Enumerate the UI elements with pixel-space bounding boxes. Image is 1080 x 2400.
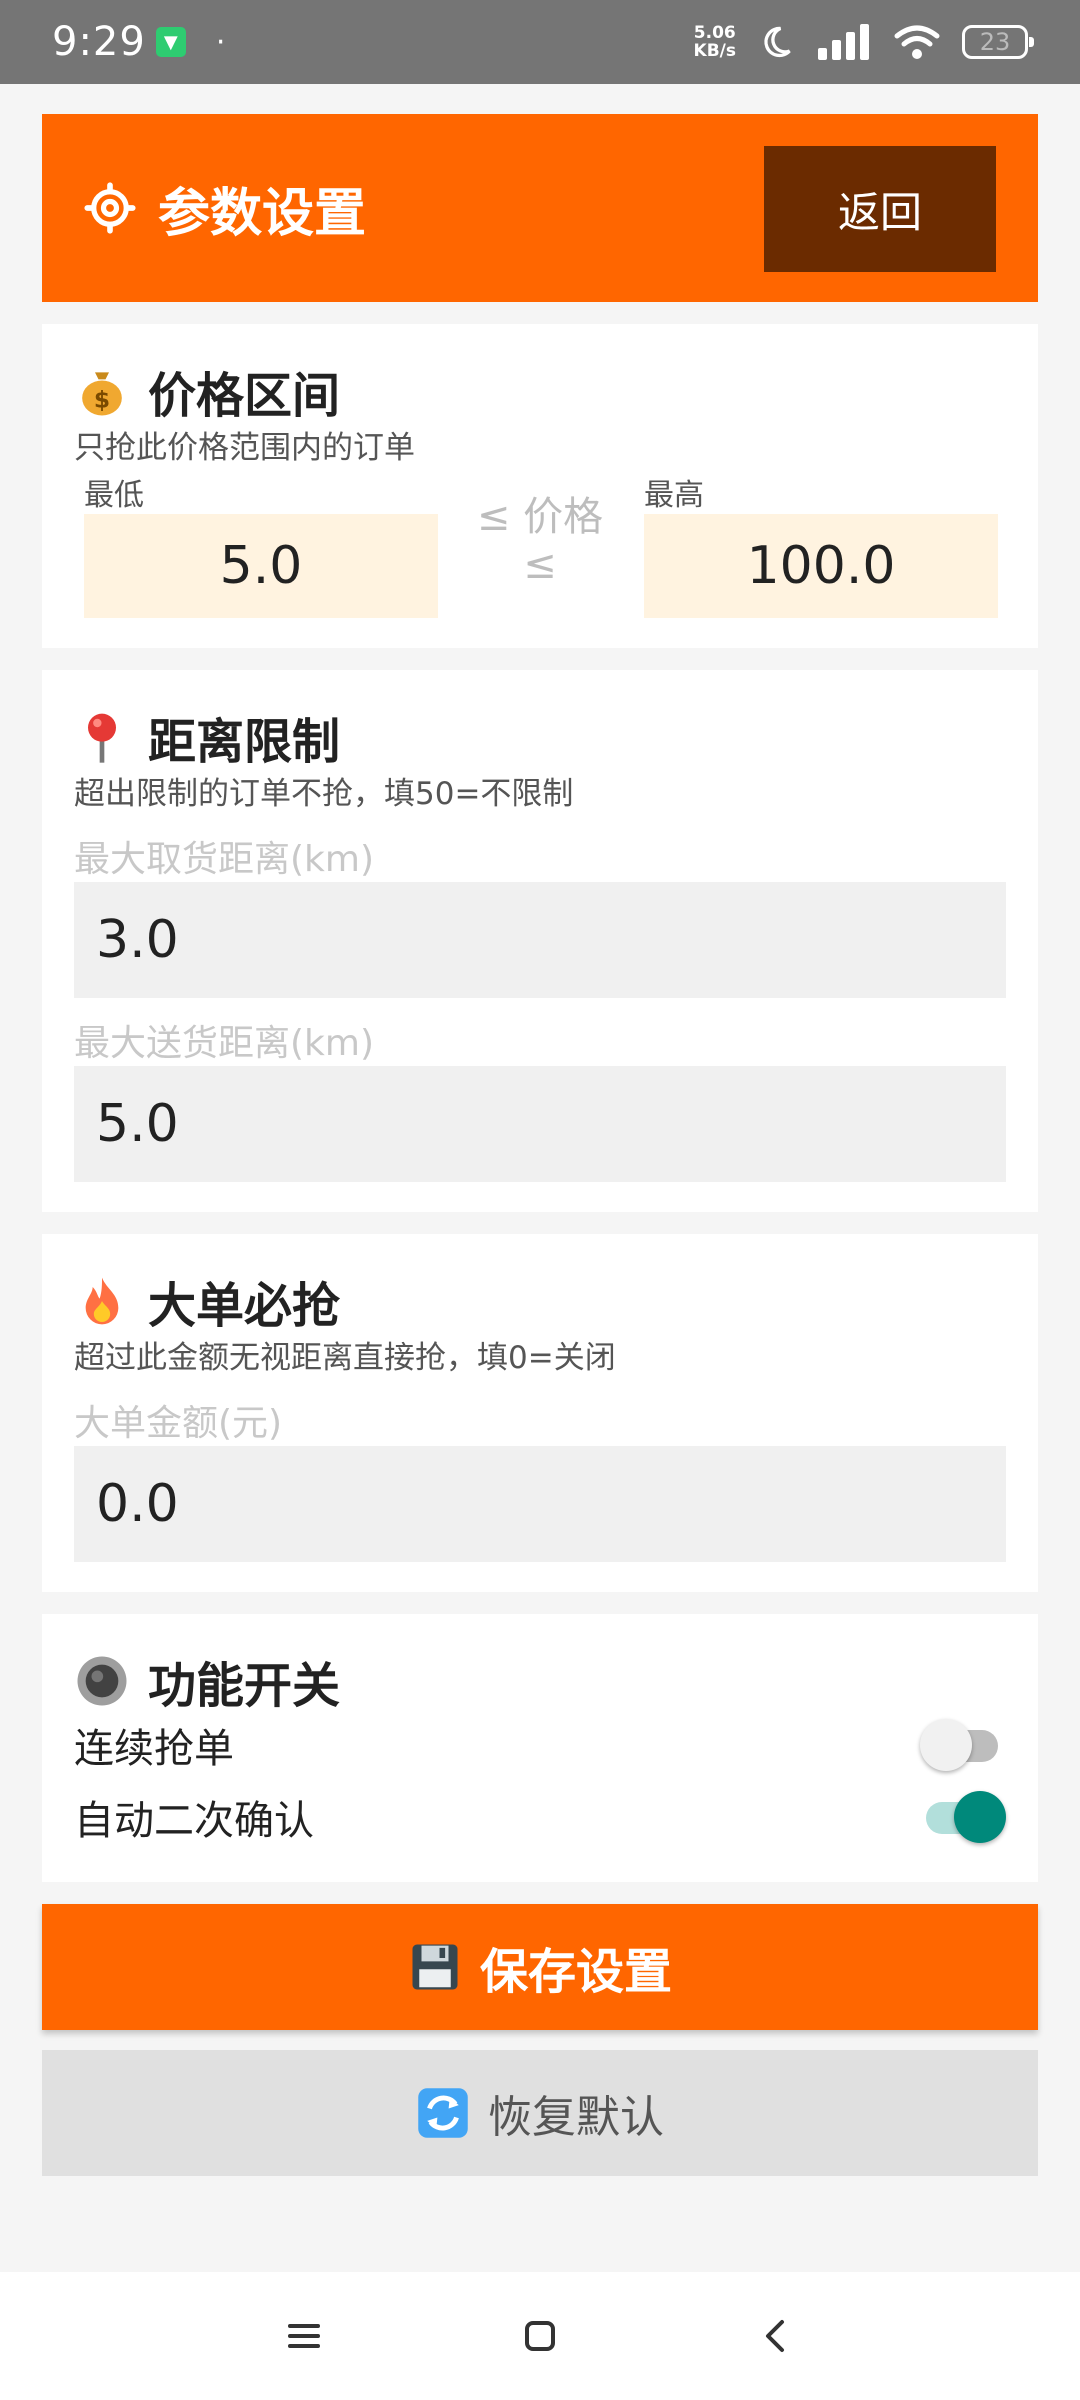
home-icon[interactable]: [516, 2312, 564, 2360]
price-section-title-text: 价格区间: [148, 368, 341, 424]
app-notification-icon: ▼: [155, 27, 186, 57]
price-section-title: $ 价格区间: [74, 356, 340, 426]
big-order-amount-input[interactable]: 0.0: [74, 1446, 1006, 1562]
continuous-grab-switch[interactable]: [920, 1715, 1006, 1775]
fire-icon: [85, 1277, 119, 1325]
switch-thumb: [920, 1719, 972, 1771]
network-speed-unit: KB/s: [693, 41, 736, 61]
moon-icon: [764, 26, 791, 58]
distance-section: 距离限制 超出限制的订单不抢，填50=不限制 最大取货距离(km) 3.0 最大…: [42, 670, 1038, 1212]
price-section-subtitle: 只抢此价格范围内的订单: [74, 430, 415, 466]
continuous-grab-label: 连续抢单: [74, 1726, 234, 1772]
big-order-section: 大单必抢 超过此金额无视距离直接抢，填0=关闭 大单金额(元) 0.0: [42, 1234, 1038, 1592]
save-settings-button[interactable]: 保存设置: [42, 1904, 1038, 2030]
auto-confirm-row: 自动二次确认: [74, 1782, 1006, 1852]
price-range-separator: ≤ 价格 ≤: [476, 494, 604, 588]
floppy-disk-icon: [412, 1944, 458, 1990]
min-price-label: 最低: [84, 478, 144, 513]
min-price-input[interactable]: 5.0: [84, 514, 438, 618]
delivery-distance-input[interactable]: 5.0: [74, 1066, 1006, 1182]
app-header: 参数设置 返回: [42, 114, 1038, 302]
save-settings-label: 保存设置: [479, 1944, 672, 2000]
system-navigation-bar: [0, 2272, 1080, 2400]
max-price-label: 最高: [644, 478, 704, 513]
distance-section-title-text: 距离限制: [148, 714, 341, 770]
pickup-distance-label: 最大取货距离(km): [74, 839, 375, 880]
distance-section-title: 距离限制: [74, 702, 340, 772]
restore-default-label: 恢复默认: [488, 2092, 664, 2143]
feature-switch-section: 功能开关 连续抢单 自动二次确认: [42, 1614, 1038, 1882]
switch-thumb: [954, 1791, 1006, 1843]
feature-switch-section-title-text: 功能开关: [148, 1658, 341, 1714]
delivery-distance-label: 最大送货距离(km): [74, 1023, 375, 1064]
svg-text:$: $: [94, 385, 110, 413]
restore-default-button[interactable]: 恢复默认: [42, 2050, 1038, 2176]
battery-icon: 23: [962, 25, 1034, 59]
signal-icon: [818, 24, 869, 60]
back-nav-icon[interactable]: [752, 2312, 800, 2360]
gear-icon: [84, 182, 136, 234]
status-dot: ·: [215, 24, 226, 60]
status-time: 9:29: [52, 19, 146, 65]
money-bag-icon: $: [82, 372, 122, 416]
feature-switch-section-title: 功能开关: [74, 1646, 340, 1716]
refresh-icon: [418, 2088, 468, 2138]
big-order-section-title-text: 大单必抢: [148, 1278, 341, 1334]
back-button[interactable]: 返回: [764, 146, 996, 272]
battery-level: 23: [979, 28, 1011, 56]
price-section: $ 价格区间 只抢此价格范围内的订单 最低 最高 ≤ 价格 ≤ 5.0 100.…: [42, 324, 1038, 648]
radio-button-icon: [77, 1656, 127, 1706]
location-pin-icon: [88, 713, 116, 763]
menu-icon[interactable]: [280, 2312, 328, 2360]
auto-confirm-label: 自动二次确认: [74, 1798, 314, 1844]
big-order-section-title: 大单必抢: [74, 1266, 340, 1336]
network-speed-value: 5.06: [693, 23, 736, 43]
distance-section-subtitle: 超出限制的订单不抢，填50=不限制: [74, 776, 574, 812]
pickup-distance-input[interactable]: 3.0: [74, 882, 1006, 998]
big-order-section-subtitle: 超过此金额无视距离直接抢，填0=关闭: [74, 1340, 616, 1376]
max-price-input[interactable]: 100.0: [644, 514, 998, 618]
auto-confirm-switch[interactable]: [920, 1787, 1006, 1847]
status-bar: 9:29 ▼ · 5.06 KB/s 23: [0, 0, 1080, 84]
page-title: 参数设置: [158, 183, 367, 244]
big-order-amount-label: 大单金额(元): [74, 1403, 283, 1444]
network-speed: 5.06 KB/s: [694, 24, 736, 60]
wifi-icon: [894, 25, 940, 59]
continuous-grab-row: 连续抢单: [74, 1710, 1006, 1780]
